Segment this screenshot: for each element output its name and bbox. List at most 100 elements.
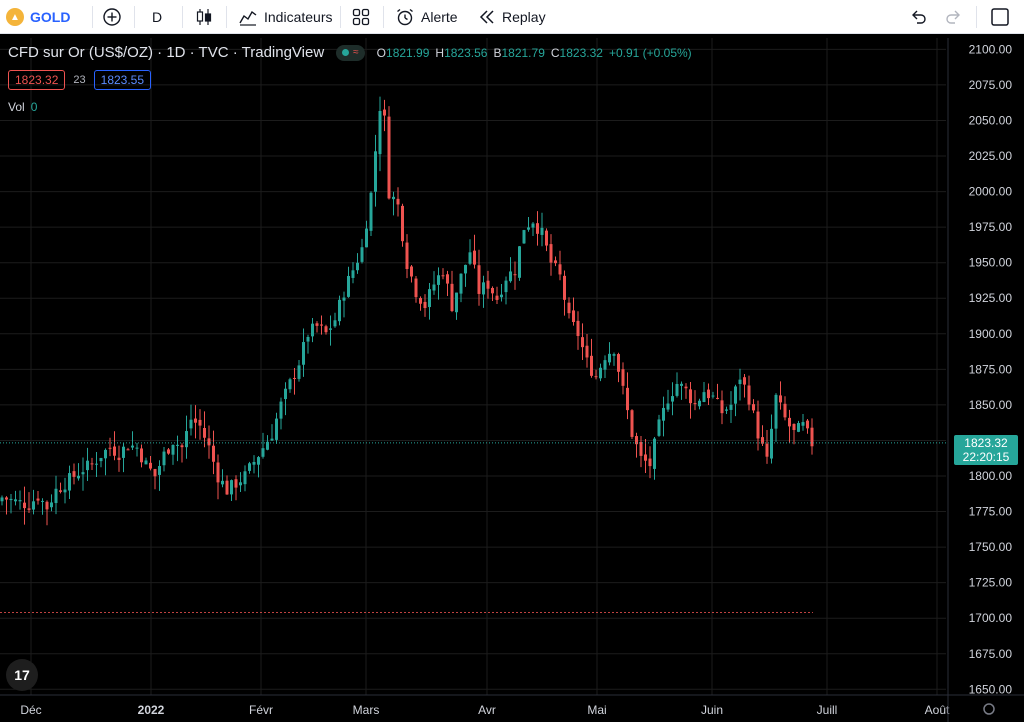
- candle-body: [446, 274, 449, 284]
- high-value: 1823.56: [444, 45, 488, 60]
- candle-body: [297, 365, 301, 379]
- candle-body: [36, 498, 40, 501]
- candle-body: [311, 323, 314, 337]
- alert-button[interactable]: Alerte: [395, 0, 458, 34]
- candle-body: [54, 488, 58, 504]
- candle-body: [603, 360, 607, 370]
- candle-body: [612, 354, 616, 356]
- candle-body: [396, 198, 400, 205]
- candle-body: [720, 400, 724, 414]
- interval-button[interactable]: D: [152, 0, 162, 34]
- add-circle-icon: [103, 8, 121, 26]
- settings-gear-icon[interactable]: [983, 703, 995, 715]
- candle-body: [617, 354, 620, 372]
- candle-body: [41, 500, 44, 502]
- candle-body: [405, 242, 409, 269]
- candle-body: [189, 419, 193, 429]
- compare-button[interactable]: [102, 0, 122, 34]
- candle-body: [144, 460, 148, 465]
- y-tick-label: 2100.00: [969, 42, 1013, 56]
- buy-button[interactable]: 1823.55: [93, 70, 152, 90]
- candle-body: [23, 502, 26, 509]
- sell-button[interactable]: 1823.32: [8, 70, 66, 90]
- candle-body: [554, 260, 557, 264]
- candle-body: [203, 428, 206, 438]
- replay-button[interactable]: Replay: [478, 0, 546, 34]
- toolbar-divider: [383, 6, 384, 28]
- candle-body: [126, 449, 130, 451]
- candle-body: [671, 396, 674, 402]
- close-label: C: [550, 45, 560, 60]
- candle-body: [594, 376, 598, 378]
- candle-body: [473, 250, 476, 265]
- open-value: 1821.99: [386, 45, 430, 60]
- candle-body: [171, 444, 175, 455]
- candle-body: [680, 383, 683, 386]
- candle-body: [18, 500, 22, 502]
- indicators-button[interactable]: Indicateurs: [238, 0, 332, 34]
- candle-body: [324, 326, 328, 333]
- candle-body: [63, 489, 67, 493]
- candle-body: [198, 419, 202, 426]
- toolbar-divider: [340, 6, 341, 28]
- candle-body: [0, 497, 4, 502]
- candle-body: [486, 280, 490, 289]
- price-chart[interactable]: 2100.00 2075.00 2050.00 2025.00 2000.00 1975.…: [0, 38, 1024, 722]
- y-tick-label: 1975.00: [969, 220, 1013, 234]
- candle-body: [347, 275, 350, 297]
- candle-body: [716, 397, 719, 399]
- close-value: 1823.32: [559, 45, 603, 60]
- candle-body: [567, 302, 571, 314]
- candle-body: [45, 501, 49, 510]
- y-tick-label: 2050.00: [969, 113, 1013, 127]
- candles-icon: [196, 9, 212, 25]
- candle-body: [608, 353, 611, 363]
- fullscreen-button[interactable]: [990, 0, 1010, 34]
- market-open-icon: [342, 49, 350, 56]
- candle-body: [360, 247, 364, 262]
- candle-body: [239, 482, 242, 486]
- candle-body: [689, 389, 692, 404]
- candle-body: [315, 323, 319, 326]
- open-label: O: [376, 45, 387, 60]
- candle-body: [59, 490, 62, 492]
- candle-body: [261, 448, 265, 457]
- toolbar-divider: [134, 6, 135, 28]
- candle-body: [648, 458, 652, 467]
- volume-label: Vol: [8, 100, 25, 114]
- candle-body: [563, 275, 566, 300]
- volume-legend[interactable]: Vol 0: [8, 100, 37, 114]
- candle-body: [288, 379, 292, 390]
- candle-body: [531, 223, 535, 228]
- toolbar-divider: [976, 6, 977, 28]
- candle-body: [770, 428, 773, 459]
- symbol-search-button[interactable]: ▲ GOLD: [6, 0, 70, 34]
- candle-body: [644, 454, 647, 461]
- market-status[interactable]: ≈: [336, 44, 365, 61]
- chart-pane[interactable]: 2100.00 2075.00 2050.00 2025.00 2000.00 1975.…: [0, 38, 1024, 722]
- redo-button[interactable]: [944, 0, 964, 34]
- candle-body: [558, 264, 562, 275]
- replay-label: Replay: [502, 9, 546, 25]
- candle-body: [27, 508, 31, 510]
- x-tick-label: Févr: [249, 703, 273, 717]
- tradingview-logo[interactable]: 17: [6, 659, 38, 691]
- candle-body: [122, 446, 125, 458]
- candle-body: [599, 367, 602, 379]
- candle-body: [234, 479, 238, 488]
- candle-body: [666, 403, 670, 410]
- chart-type-button[interactable]: [195, 0, 213, 34]
- candle-body: [495, 295, 499, 300]
- toolbar-divider: [226, 6, 227, 28]
- y-tick-label: 1875.00: [969, 362, 1013, 376]
- y-tick-label: 1725.00: [969, 576, 1013, 590]
- indicators-label: Indicateurs: [264, 9, 333, 25]
- candle-body: [540, 227, 544, 235]
- y-tick-label: 2075.00: [969, 78, 1013, 92]
- candle-body: [783, 403, 787, 418]
- undo-button[interactable]: [908, 0, 928, 34]
- spread-value: 23: [73, 74, 86, 86]
- candle-body: [419, 298, 422, 304]
- candle-body: [423, 301, 427, 309]
- layouts-button[interactable]: [352, 0, 370, 34]
